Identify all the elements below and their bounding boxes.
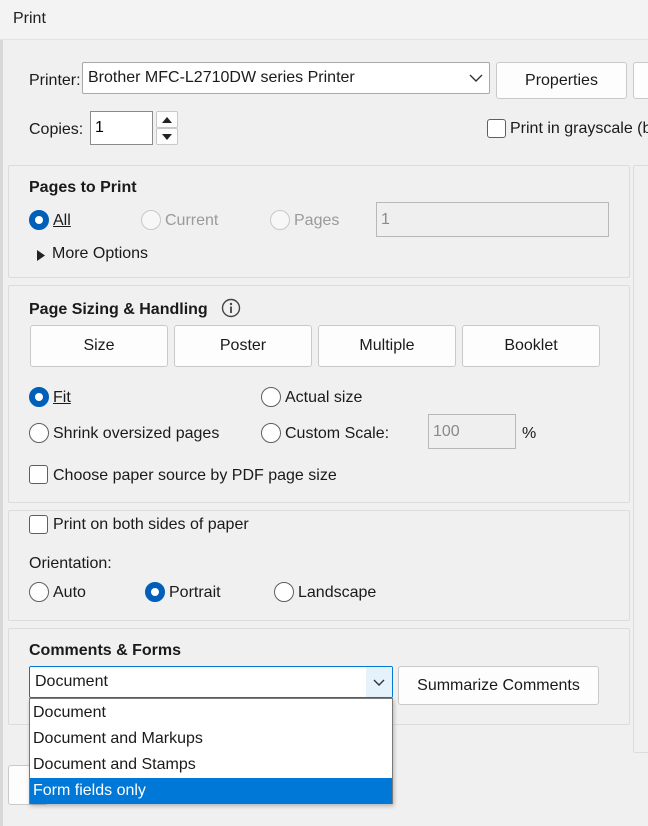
preview-area <box>633 165 648 753</box>
printer-label: Printer: <box>29 72 81 89</box>
dropdown-option-form-fields-only[interactable]: Form fields only <box>30 778 392 804</box>
comments-forms-dropdown-list: Document Document and Markups Document a… <box>29 698 393 804</box>
both-sides-checkbox[interactable] <box>29 515 48 534</box>
both-sides-label: Print on both sides of paper <box>53 516 249 533</box>
chevron-down-icon <box>463 63 489 93</box>
pages-range-input[interactable] <box>376 202 609 237</box>
copies-decrement-button[interactable] <box>156 128 178 145</box>
chevron-down-icon <box>366 667 392 697</box>
orientation-portrait-radio[interactable] <box>145 582 165 602</box>
shrink-oversized-label: Shrink oversized pages <box>53 425 220 442</box>
orientation-auto-label: Auto <box>53 584 86 601</box>
pages-current-radio[interactable] <box>141 210 161 230</box>
percent-label: % <box>522 425 537 442</box>
caret-down-icon <box>162 133 172 140</box>
orientation-label: Orientation: <box>29 555 112 572</box>
grayscale-label: Print in grayscale (b <box>510 120 648 137</box>
paper-source-checkbox[interactable] <box>29 465 48 484</box>
tab-multiple[interactable]: Multiple <box>318 325 456 367</box>
custom-scale-label: Custom Scale: <box>285 425 390 442</box>
copies-label: Copies: <box>29 121 84 138</box>
copies-increment-button[interactable] <box>156 111 178 128</box>
fit-label: Fit <box>53 389 71 406</box>
custom-scale-input[interactable] <box>428 414 516 449</box>
dropdown-option-document-and-markups[interactable]: Document and Markups <box>30 726 392 752</box>
tab-poster[interactable]: Poster <box>174 325 312 367</box>
printer-select-value: Brother MFC-L2710DW series Printer <box>88 69 355 86</box>
actual-size-label: Actual size <box>285 389 363 406</box>
tab-booklet[interactable]: Booklet <box>462 325 600 367</box>
page-sizing-heading: Page Sizing & Handling <box>29 301 208 318</box>
printer-select[interactable]: Brother MFC-L2710DW series Printer <box>82 62 490 94</box>
triangle-right-icon[interactable] <box>37 248 45 266</box>
orientation-landscape-label: Landscape <box>298 584 377 601</box>
fit-radio[interactable] <box>29 387 49 407</box>
info-icon[interactable] <box>221 298 241 323</box>
shrink-oversized-radio[interactable] <box>29 423 49 443</box>
grayscale-checkbox[interactable] <box>487 119 506 138</box>
window-title: Print <box>13 10 46 27</box>
orientation-auto-radio[interactable] <box>29 582 49 602</box>
properties-button[interactable]: Properties <box>496 62 627 99</box>
copies-input[interactable] <box>90 111 153 145</box>
caret-up-icon <box>162 116 172 123</box>
pages-to-print-heading: Pages to Print <box>29 179 137 196</box>
pages-range-label: Pages <box>294 212 340 229</box>
summarize-comments-button[interactable]: Summarize Comments <box>398 666 599 705</box>
pages-all-label: All <box>53 212 71 229</box>
advanced-button[interactable] <box>633 62 648 99</box>
pages-all-radio[interactable] <box>29 210 49 230</box>
orientation-landscape-radio[interactable] <box>274 582 294 602</box>
comments-forms-select-value: Document <box>35 673 108 690</box>
dropdown-option-document-and-stamps[interactable]: Document and Stamps <box>30 752 392 778</box>
comments-forms-heading: Comments & Forms <box>29 642 182 659</box>
custom-scale-radio[interactable] <box>261 423 281 443</box>
tab-size[interactable]: Size <box>30 325 168 367</box>
comments-forms-select[interactable]: Document <box>29 666 393 698</box>
orientation-portrait-label: Portrait <box>169 584 221 601</box>
dropdown-option-document[interactable]: Document <box>30 700 392 726</box>
title-bar <box>0 0 648 40</box>
actual-size-radio[interactable] <box>261 387 281 407</box>
more-options-toggle[interactable]: More Options <box>52 245 148 263</box>
pages-current-label: Current <box>165 212 219 229</box>
pages-range-radio[interactable] <box>270 210 290 230</box>
paper-source-label: Choose paper source by PDF page size <box>53 467 337 484</box>
